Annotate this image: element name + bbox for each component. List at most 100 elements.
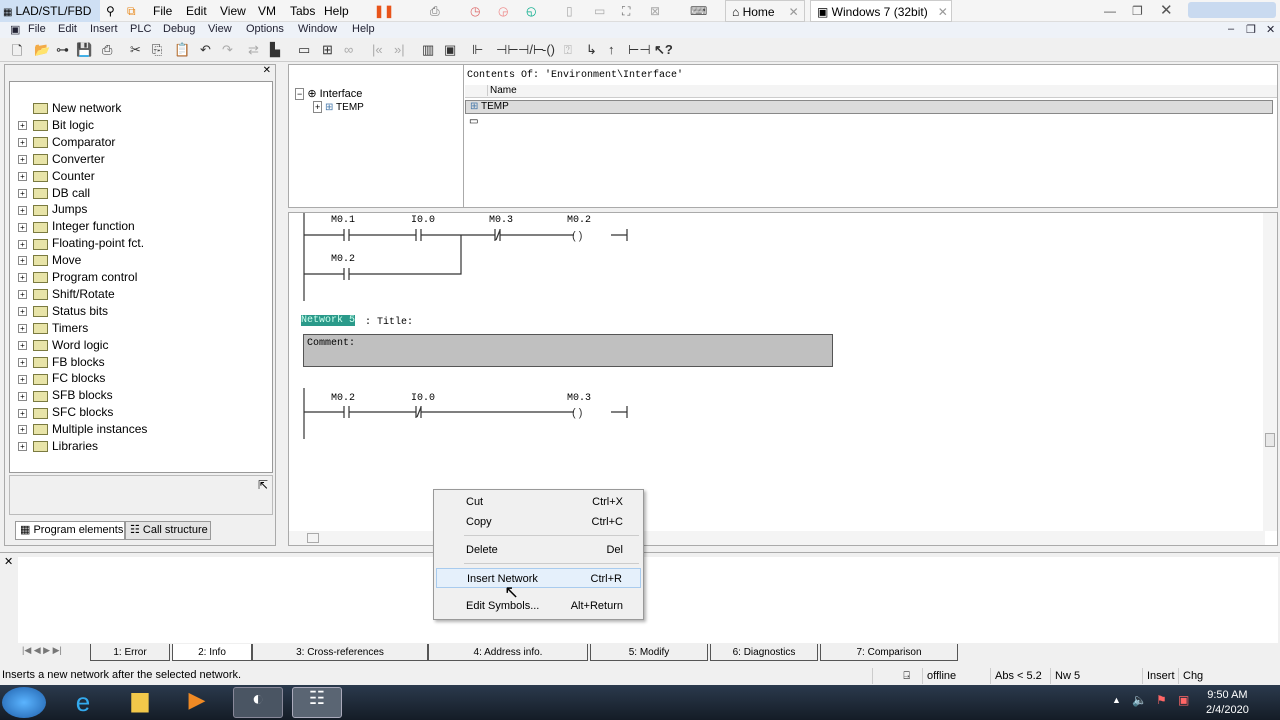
close-icon[interactable]: ✕ bbox=[938, 5, 948, 19]
panel-close-icon[interactable]: ✕ bbox=[263, 65, 271, 76]
contact-label[interactable]: M0.2 bbox=[331, 393, 355, 404]
action-center-icon[interactable]: ⚑ bbox=[1156, 693, 1167, 707]
redo-icon[interactable]: ↷ bbox=[222, 42, 233, 58]
menu-insert[interactable]: Insert bbox=[90, 23, 118, 35]
sidebar-item[interactable]: + Program control bbox=[18, 269, 137, 286]
mdi-restore-icon[interactable]: ❐ bbox=[1246, 23, 1256, 36]
coil-label[interactable]: M0.3 bbox=[567, 393, 591, 404]
expand-icon[interactable]: + bbox=[18, 273, 27, 283]
menu-item-insert-network[interactable]: Insert Network Ctrl+R bbox=[436, 568, 641, 588]
expand-icon[interactable]: + bbox=[18, 121, 27, 131]
expand-icon[interactable]: + bbox=[18, 391, 27, 401]
menu-item-copy[interactable]: Copy Ctrl+C bbox=[436, 512, 641, 532]
output-tab[interactable]: 1: Error bbox=[90, 644, 170, 661]
expand-icon[interactable]: + bbox=[18, 442, 27, 452]
sidebar-item[interactable]: + SFB blocks bbox=[18, 387, 113, 404]
expand-icon[interactable]: + bbox=[18, 374, 27, 384]
network-title[interactable]: : Title: bbox=[365, 317, 413, 328]
expand-icon[interactable]: + bbox=[18, 222, 27, 232]
menu-file[interactable]: File bbox=[28, 23, 46, 35]
network-icon[interactable]: ⊞ bbox=[322, 42, 333, 58]
pin-info-icon[interactable]: ⇱ bbox=[258, 478, 268, 492]
close-icon[interactable]: ✕ bbox=[789, 5, 799, 19]
expand-icon[interactable]: + bbox=[18, 138, 27, 148]
vm-menu-help[interactable]: Help bbox=[324, 4, 349, 18]
sidebar-item[interactable]: + Converter bbox=[18, 151, 105, 168]
output-tab[interactable]: 4: Address info. bbox=[428, 644, 588, 661]
column-name[interactable]: Name bbox=[487, 85, 517, 96]
show-hidden-icons[interactable]: ▲ bbox=[1112, 695, 1121, 705]
contact-label[interactable]: M0.1 bbox=[331, 215, 355, 226]
sidebar-item[interactable]: + DB call bbox=[18, 185, 90, 202]
expand-icon[interactable]: + bbox=[18, 324, 27, 334]
menu-view[interactable]: View bbox=[208, 23, 232, 35]
accessible-nodes-icon[interactable]: ⊶ bbox=[56, 42, 69, 58]
sidebar-item[interactable]: + Timers bbox=[18, 320, 88, 337]
sidebar-item[interactable]: + Multiple instances bbox=[18, 421, 147, 438]
menu-plc[interactable]: PLC bbox=[130, 23, 151, 35]
close-vm-icon[interactable]: ✕ bbox=[1160, 1, 1173, 19]
empty-box-icon[interactable]: ⍰ bbox=[564, 42, 572, 58]
menu-options[interactable]: Options bbox=[246, 23, 284, 35]
coil-icon[interactable]: -() bbox=[542, 42, 555, 57]
vm-menu-tabs[interactable]: Tabs bbox=[290, 4, 315, 18]
expand-icon[interactable]: + bbox=[18, 408, 27, 418]
sidebar-item[interactable]: + Comparator bbox=[18, 134, 115, 151]
tab-program-elements[interactable]: ▦ Program elements bbox=[15, 521, 125, 540]
menu-item-cut[interactable]: Cut Ctrl+X bbox=[436, 492, 641, 512]
expand-icon[interactable]: + bbox=[18, 239, 27, 249]
sidebar-item[interactable]: + Bit logic bbox=[18, 117, 94, 134]
scroll-thumb[interactable] bbox=[307, 533, 319, 543]
menu-item-edit-symbols[interactable]: Edit Symbols... Alt+Return bbox=[436, 596, 641, 616]
vm-menu-file[interactable]: File bbox=[153, 4, 172, 18]
sidebar-item[interactable]: + FC blocks bbox=[18, 370, 105, 387]
expand-icon[interactable]: + bbox=[18, 188, 27, 198]
simatic-manager-icon[interactable]: ◐ bbox=[233, 687, 283, 718]
sidebar-item[interactable]: + SFC blocks bbox=[18, 404, 113, 421]
collapse-icon[interactable]: − bbox=[295, 88, 305, 100]
output-tab[interactable]: 3: Cross-references bbox=[252, 644, 428, 661]
close-details-icon[interactable]: ✕ bbox=[4, 555, 13, 568]
expand-icon[interactable]: + bbox=[18, 290, 27, 300]
vm-menu-vm[interactable]: VM bbox=[258, 4, 276, 18]
new-row-icon[interactable]: ▭ bbox=[469, 116, 478, 127]
contact-label[interactable]: I0.0 bbox=[411, 215, 435, 226]
network-label-selected[interactable]: Network 5 bbox=[301, 315, 356, 326]
menu-edit[interactable]: Edit bbox=[58, 23, 77, 35]
start-button[interactable] bbox=[2, 687, 46, 718]
output-tab[interactable]: 2: Info bbox=[172, 644, 252, 661]
pause-icon[interactable]: ❚❚ bbox=[374, 4, 394, 18]
open-icon[interactable]: 📂 bbox=[34, 42, 50, 58]
sidebar-item[interactable]: + Floating-point fct. bbox=[18, 235, 144, 252]
expand-icon[interactable]: + bbox=[18, 425, 27, 435]
revert-back-icon[interactable]: ◶ bbox=[498, 4, 508, 18]
volume-icon[interactable]: 🔈 bbox=[1132, 693, 1147, 707]
clock[interactable]: 9:50 AM 2/4/2020 bbox=[1206, 688, 1249, 718]
tree-item-interface[interactable]: − ⊕ Interface bbox=[295, 87, 362, 100]
media-player-icon[interactable]: ▶ bbox=[172, 687, 222, 718]
contact-label[interactable]: M0.3 bbox=[489, 215, 513, 226]
sidebar-item[interactable]: New network bbox=[18, 100, 121, 117]
cut-icon[interactable]: ✂ bbox=[130, 42, 141, 58]
vm-tab-active[interactable]: ▦ LAD/STL/FBD bbox=[0, 0, 100, 22]
sidebar-item[interactable]: + Word logic bbox=[18, 337, 108, 354]
prev-network-icon[interactable]: |« bbox=[372, 42, 383, 57]
unity-icon[interactable]: ⊠ bbox=[650, 4, 660, 18]
menu-item-delete[interactable]: Delete Del bbox=[436, 540, 641, 560]
tab-call-structure[interactable]: ☷ Call structure bbox=[125, 521, 211, 540]
paste-icon[interactable]: 📋 bbox=[174, 42, 190, 58]
new-network-icon[interactable]: ⊩ bbox=[472, 42, 483, 58]
branch-open-icon[interactable]: ↳ bbox=[586, 42, 597, 58]
help-pointer-icon[interactable]: ↖? bbox=[654, 42, 673, 58]
copy-icon[interactable]: ⎘ bbox=[152, 42, 162, 58]
glasses-icon[interactable]: ∞ bbox=[344, 42, 353, 57]
expand-icon[interactable]: + bbox=[313, 101, 323, 113]
tab-scroll-arrows-icon[interactable]: |◀ ◀ ▶ ▶| bbox=[22, 645, 62, 656]
program-elements-toggle-icon[interactable]: ▥ bbox=[422, 42, 434, 58]
fullscreen-icon[interactable]: ⛶ bbox=[622, 4, 630, 19]
table-row[interactable]: ⊞ TEMP bbox=[465, 100, 1273, 114]
output-tab[interactable]: 5: Modify bbox=[590, 644, 708, 661]
explorer-icon[interactable]: ▆ bbox=[115, 687, 165, 718]
save-icon[interactable]: 💾 bbox=[76, 42, 92, 58]
menu-help[interactable]: Help bbox=[352, 23, 375, 35]
